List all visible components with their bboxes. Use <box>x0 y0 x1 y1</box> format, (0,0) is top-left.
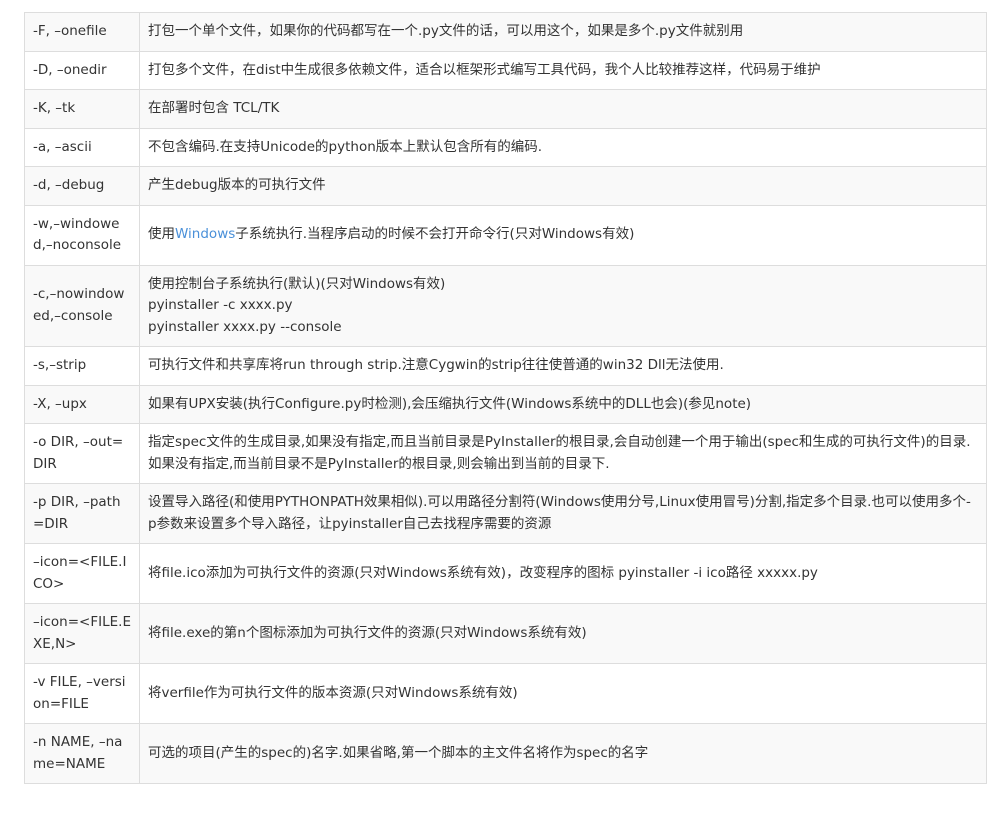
description-cell: 在部署时包含 TCL/TK <box>139 89 987 129</box>
description-line: 可执行文件和共享库将run through strip.注意Cygwin的str… <box>148 357 724 373</box>
option-cell: -a, –ascii <box>24 127 140 167</box>
description-cell: 指定spec文件的生成目录,如果没有指定,而且当前目录是PyInstaller的… <box>139 423 987 484</box>
table-row: -X, –upx 如果有UPX安装(执行Configure.py时检测),会压缩… <box>24 384 987 424</box>
description-line: pyinstaller xxxx.py --console <box>148 318 342 335</box>
description-line: 将file.ico添加为可执行文件的资源(只对Windows系统有效)，改变程序… <box>148 564 818 581</box>
description-cell: 打包多个文件，在dist中生成很多依赖文件，适合以框架形式编写工具代码，我个人比… <box>139 50 987 90</box>
description-line: 打包一个单个文件，如果你的代码都写在一个.py文件的话，可以用这个，如果是多个.… <box>148 23 744 39</box>
table-row: -v FILE, –version=FILE 将verfile作为可执行文件的版… <box>24 663 987 724</box>
table-row: –icon=<FILE.ICO> 将file.ico添加为可执行文件的资源(只对… <box>24 543 987 604</box>
table-row: -o DIR, –out=DIR 指定spec文件的生成目录,如果没有指定,而且… <box>24 423 987 484</box>
description-cell: 产生debug版本的可执行文件 <box>139 166 987 206</box>
description-line: 产生debug版本的可执行文件 <box>148 177 326 193</box>
description-cell: 设置导入路径(和使用PYTHONPATH效果相似).可以用路径分割符(Windo… <box>139 483 987 544</box>
table-row: -n NAME, –name=NAME 可选的项目(产生的spec的)名字.如果… <box>24 723 987 784</box>
option-cell: -d, –debug <box>24 166 140 206</box>
option-cell: -n NAME, –name=NAME <box>24 723 140 784</box>
description-text: 子系统执行.当程序启动的时候不会打开命令行(只对Windows有效) <box>235 226 635 243</box>
description-cell: 将file.exe的第n个图标添加为可执行文件的资源(只对Windows系统有效… <box>139 603 987 664</box>
description-line: 将file.exe的第n个图标添加为可执行文件的资源(只对Windows系统有效… <box>148 624 587 641</box>
table-row: -s,–strip 可执行文件和共享库将run through strip.注意… <box>24 346 987 386</box>
table-row: –icon=<FILE.EXE,N> 将file.exe的第n个图标添加为可执行… <box>24 603 987 664</box>
windows-link[interactable]: Windows <box>175 226 235 242</box>
description-cell: 不包含编码.在支持Unicode的python版本上默认包含所有的编码. <box>139 127 987 167</box>
table-row: -w,–windowed,–noconsole 使用Windows子系统执行.当… <box>24 204 987 266</box>
description-cell: 打包一个单个文件，如果你的代码都写在一个.py文件的话，可以用这个，如果是多个.… <box>139 12 987 52</box>
description-line: 指定spec文件的生成目录,如果没有指定,而且当前目录是PyInstaller的… <box>148 434 971 472</box>
description-line: 将verfile作为可执行文件的版本资源(只对Windows系统有效) <box>148 684 518 701</box>
option-cell: -o DIR, –out=DIR <box>24 423 140 484</box>
description-cell: 如果有UPX安装(执行Configure.py时检测),会压缩执行文件(Wind… <box>139 384 987 424</box>
description-line: 可选的项目(产生的spec的)名字.如果省略,第一个脚本的主文件名将作为spec… <box>148 744 649 761</box>
pyinstaller-options-table: -F, –onefile 打包一个单个文件，如果你的代码都写在一个.py文件的话… <box>24 12 987 784</box>
description-cell: 将verfile作为可执行文件的版本资源(只对Windows系统有效) <box>139 663 987 724</box>
description-cell: 可执行文件和共享库将run through strip.注意Cygwin的str… <box>139 346 987 386</box>
table-row: -d, –debug 产生debug版本的可执行文件 <box>24 166 987 206</box>
options-table-body: -F, –onefile 打包一个单个文件，如果你的代码都写在一个.py文件的话… <box>24 12 987 784</box>
options-table-container: -F, –onefile 打包一个单个文件，如果你的代码都写在一个.py文件的话… <box>24 12 987 784</box>
description-line: 不包含编码.在支持Unicode的python版本上默认包含所有的编码. <box>148 138 543 155</box>
table-row: -p DIR, –path=DIR 设置导入路径(和使用PYTHONPATH效果… <box>24 483 987 544</box>
description-line: 打包多个文件，在dist中生成很多依赖文件，适合以框架形式编写工具代码，我个人比… <box>148 61 821 78</box>
description-cell: 使用Windows子系统执行.当程序启动的时候不会打开命令行(只对Windows… <box>139 204 987 266</box>
description-line: 设置导入路径(和使用PYTHONPATH效果相似).可以用路径分割符(Windo… <box>148 494 971 532</box>
description-cell: 使用控制台子系统执行(默认)(只对Windows有效) pyinstaller … <box>139 264 987 347</box>
description-line: 使用控制台子系统执行(默认)(只对Windows有效) <box>148 275 446 292</box>
option-cell: -c,–nowindowed,–console <box>24 264 140 347</box>
description-cell: 可选的项目(产生的spec的)名字.如果省略,第一个脚本的主文件名将作为spec… <box>139 723 987 784</box>
table-row: -F, –onefile 打包一个单个文件，如果你的代码都写在一个.py文件的话… <box>24 12 987 52</box>
option-cell: -v FILE, –version=FILE <box>24 663 140 724</box>
option-cell: -s,–strip <box>24 346 140 386</box>
option-cell: -K, –tk <box>24 89 140 129</box>
option-cell: -X, –upx <box>24 384 140 424</box>
table-row: -D, –onedir 打包多个文件，在dist中生成很多依赖文件，适合以框架形… <box>24 50 987 90</box>
option-cell: -w,–windowed,–noconsole <box>24 204 140 266</box>
description-text: 使用 <box>148 226 175 243</box>
description-line: pyinstaller -c xxxx.py <box>148 297 293 313</box>
option-cell: -D, –onedir <box>24 50 140 90</box>
table-row: -c,–nowindowed,–console 使用控制台子系统执行(默认)(只… <box>24 264 987 347</box>
description-line: 在部署时包含 TCL/TK <box>148 100 280 116</box>
option-cell: -F, –onefile <box>24 12 140 52</box>
option-cell: –icon=<FILE.EXE,N> <box>24 603 140 664</box>
description-line: 如果有UPX安装(执行Configure.py时检测),会压缩执行文件(Wind… <box>148 395 752 412</box>
table-row: -a, –ascii 不包含编码.在支持Unicode的python版本上默认包… <box>24 127 987 167</box>
option-cell: –icon=<FILE.ICO> <box>24 543 140 604</box>
table-row: -K, –tk 在部署时包含 TCL/TK <box>24 89 987 129</box>
description-cell: 将file.ico添加为可执行文件的资源(只对Windows系统有效)，改变程序… <box>139 543 987 604</box>
option-cell: -p DIR, –path=DIR <box>24 483 140 544</box>
